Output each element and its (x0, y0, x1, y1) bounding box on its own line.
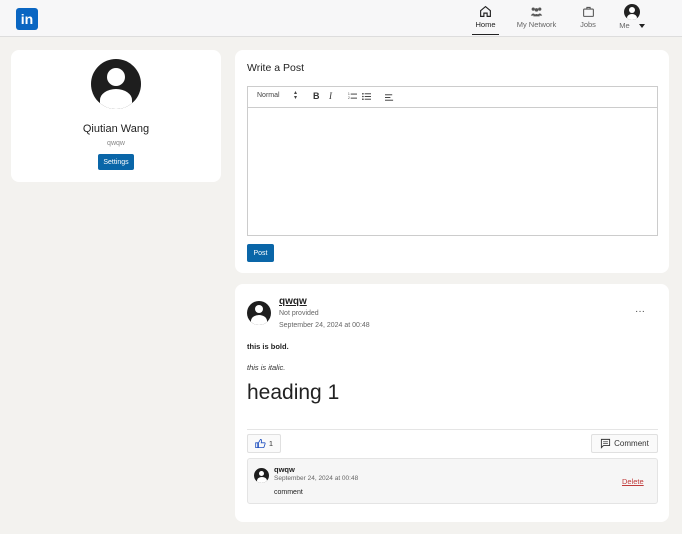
nav-home-label: Home (475, 20, 496, 29)
post-author-subtitle: Not provided (279, 310, 319, 317)
like-count: 1 (268, 439, 274, 448)
nav-my-network[interactable]: My Network (514, 5, 559, 35)
post-author-link[interactable]: qwqw (279, 296, 307, 307)
more-options-button[interactable]: ··· (635, 306, 645, 317)
nav-network-label: My Network (516, 20, 557, 29)
format-select[interactable]: Normal (257, 92, 280, 99)
post-divider (247, 429, 658, 430)
comment-timestamp: September 24, 2024 at 00:48 (274, 475, 359, 482)
linkedin-logo[interactable]: in (16, 8, 38, 30)
write-post-title: Write a Post (247, 62, 304, 74)
profile-card: Qiutian Wang qwqw Settings (11, 50, 221, 182)
top-navbar: in Home My Network Jobs Me (0, 0, 682, 37)
svg-text:2: 2 (348, 96, 350, 100)
avatar-icon (624, 4, 640, 20)
briefcase-icon (582, 6, 594, 17)
post-italic-text: this is italic. (247, 363, 286, 372)
italic-button[interactable]: I (329, 91, 332, 101)
nav-me[interactable]: Me (617, 4, 647, 34)
comment-button[interactable]: Comment (591, 434, 658, 453)
write-post-card: Write a Post Normal ▴ ▾ B I 12 Post (235, 50, 669, 273)
post-card: qwqw Not provided September 24, 2024 at … (235, 284, 669, 522)
post-author-avatar (247, 301, 271, 325)
post-editor[interactable] (247, 108, 658, 236)
post-timestamp: September 24, 2024 at 00:48 (279, 322, 370, 329)
editor-toolbar: Normal ▴ ▾ B I 12 (247, 86, 658, 108)
comment-item: qwqw September 24, 2024 at 00:48 comment… (247, 458, 658, 504)
comment-button-label: Comment (614, 439, 649, 448)
profile-handle: qwqw (107, 140, 125, 147)
comment-icon (601, 438, 611, 449)
comment-author: qwqw (274, 465, 295, 474)
comment-text: comment (274, 489, 303, 496)
network-icon (530, 7, 543, 17)
like-button[interactable]: 1 (247, 434, 281, 453)
delete-comment-link[interactable]: Delete (622, 477, 644, 486)
bullet-list-icon[interactable] (362, 92, 371, 101)
nav-home[interactable]: Home (472, 5, 499, 35)
post-button[interactable]: Post (247, 244, 274, 262)
nav-jobs[interactable]: Jobs (576, 5, 600, 35)
align-icon[interactable] (385, 93, 394, 102)
select-arrows-icon: ▴ ▾ (294, 90, 298, 101)
profile-name: Qiutian Wang (82, 123, 150, 135)
post-bold-text: this is bold. (247, 342, 289, 351)
chevron-down-icon (638, 23, 645, 28)
post-heading: heading 1 (247, 381, 340, 404)
nav-me-label: Me (619, 21, 630, 30)
settings-button[interactable]: Settings (98, 154, 134, 170)
profile-avatar (91, 59, 141, 109)
comment-author-avatar (254, 468, 269, 483)
ordered-list-icon[interactable]: 12 (348, 92, 357, 101)
nav-jobs-label: Jobs (580, 20, 596, 29)
home-icon (480, 5, 491, 17)
thumbs-up-icon (255, 438, 266, 449)
bold-button[interactable]: B (313, 91, 320, 101)
